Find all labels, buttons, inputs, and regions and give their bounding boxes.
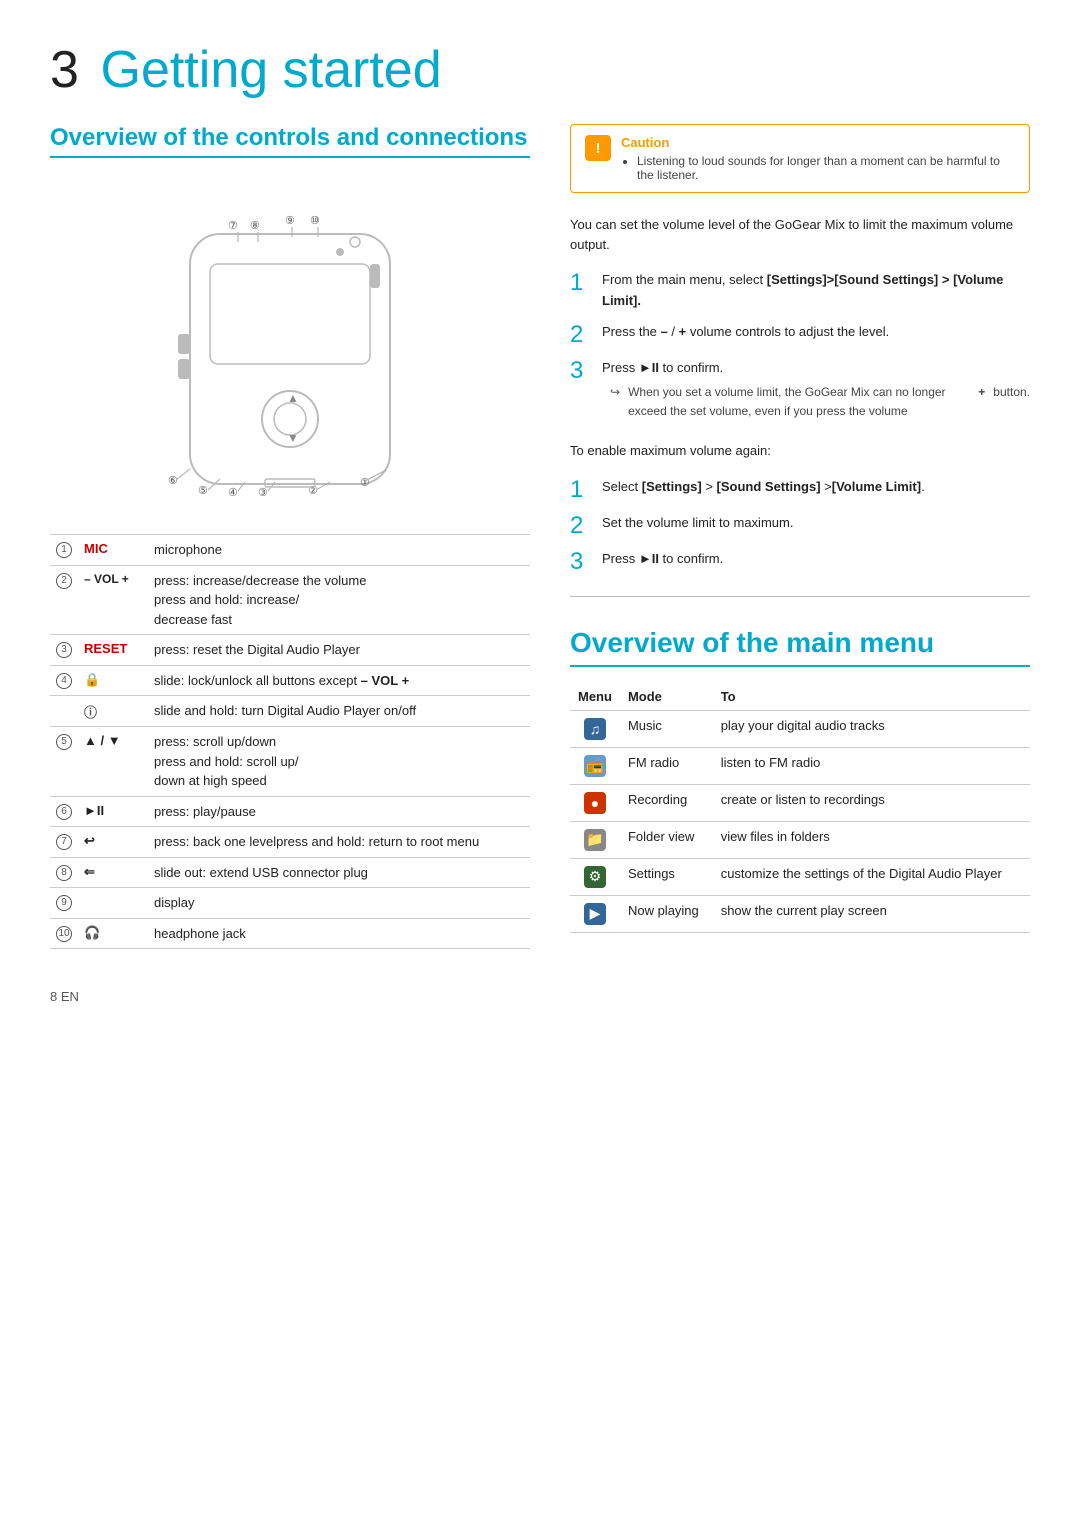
menu-to-folder: view files in folders xyxy=(713,821,1030,858)
control-row-4a: 4 🔒 slide: lock/unlock all buttons excep… xyxy=(50,665,530,696)
right-column: ! Caution Listening to loud sounds for l… xyxy=(570,124,1030,949)
menu-table: Menu Mode To ♫ Music play your digital a… xyxy=(570,683,1030,933)
svg-text:⑧: ⑧ xyxy=(250,220,260,232)
menu-mode-recording: Recording xyxy=(620,784,713,821)
svg-text:⑤: ⑤ xyxy=(198,485,208,497)
page-title: 3 Getting started xyxy=(50,40,1030,100)
device-svg: ▲ ▼ ⑦ ⑧ ⑨ ⑩ ⑥ ⑤ ④ ③ ② xyxy=(80,174,500,514)
rec-icon: ● xyxy=(584,792,606,814)
enable-step-2: 2 Set the volume limit to maximum. xyxy=(570,513,1030,539)
caution-box: ! Caution Listening to loud sounds for l… xyxy=(570,124,1030,193)
control-row-2: 2 – VOL + press: increase/decrease the v… xyxy=(50,565,530,635)
enable-steps: 1 Select [Settings] > [Sound Settings] >… xyxy=(570,477,1030,576)
menu-row-folder: 📁 Folder view view files in folders xyxy=(570,821,1030,858)
page-footer: 8 EN xyxy=(50,989,1030,1004)
svg-text:③: ③ xyxy=(258,487,268,499)
menu-to-settings: customize the settings of the Digital Au… xyxy=(713,858,1030,895)
enable-step-1: 1 Select [Settings] > [Sound Settings] >… xyxy=(570,477,1030,503)
fm-icon: 📻 xyxy=(584,755,606,777)
menu-row-settings: ⚙ Settings customize the settings of the… xyxy=(570,858,1030,895)
volume-step-2: 2 Press the – / + volume controls to adj… xyxy=(570,322,1030,348)
menu-row-nowplaying: ▶ Now playing show the current play scre… xyxy=(570,895,1030,932)
svg-text:⑨: ⑨ xyxy=(285,215,295,227)
volume-step-1: 1 From the main menu, select [Settings]>… xyxy=(570,270,1030,312)
control-row-8: 8 ⇐ slide out: extend USB connector plug xyxy=(50,857,530,888)
menu-section-title: Overview of the main menu xyxy=(570,627,1030,667)
caution-icon: ! xyxy=(585,135,611,161)
controls-table: 1 MIC microphone 2 – VOL + press: increa… xyxy=(50,534,530,949)
svg-text:④: ④ xyxy=(228,487,238,499)
svg-text:⑥: ⑥ xyxy=(168,475,178,487)
volume-step-3: 3 Press ►II to confirm. When you set a v… xyxy=(570,358,1030,421)
volume-steps: 1 From the main menu, select [Settings]>… xyxy=(570,270,1030,421)
menu-mode-folder: Folder view xyxy=(620,821,713,858)
menu-to-music: play your digital audio tracks xyxy=(713,710,1030,747)
menu-to-nowplaying: show the current play screen xyxy=(713,895,1030,932)
menu-row-recording: ● Recording create or listen to recordin… xyxy=(570,784,1030,821)
caution-text: Listening to loud sounds for longer than… xyxy=(637,154,1015,182)
nowplaying-icon: ▶ xyxy=(584,903,606,925)
menu-col-icon: Menu xyxy=(570,683,620,711)
step3-note: When you set a volume limit, the GoGear … xyxy=(602,383,1030,421)
control-row-1: 1 MIC microphone xyxy=(50,535,530,566)
menu-mode-nowplaying: Now playing xyxy=(620,895,713,932)
folder-icon: 📁 xyxy=(584,829,606,851)
menu-row-fm: 📻 FM radio listen to FM radio xyxy=(570,747,1030,784)
music-icon: ♫ xyxy=(584,718,606,740)
svg-text:▼: ▼ xyxy=(287,431,299,445)
svg-text:⑩: ⑩ xyxy=(310,215,320,227)
menu-row-music: ♫ Music play your digital audio tracks xyxy=(570,710,1030,747)
device-diagram: ▲ ▼ ⑦ ⑧ ⑨ ⑩ ⑥ ⑤ ④ ③ ② xyxy=(50,174,530,514)
menu-table-header: Menu Mode To xyxy=(570,683,1030,711)
menu-mode-settings: Settings xyxy=(620,858,713,895)
caution-item: Listening to loud sounds for longer than… xyxy=(637,154,1015,182)
menu-col-mode: Mode xyxy=(620,683,713,711)
caution-label: Caution xyxy=(621,135,1015,150)
control-row-4b: ⓘ slide and hold: turn Digital Audio Pla… xyxy=(50,696,530,727)
control-row-5: 5 ▲ / ▼ press: scroll up/downpress and h… xyxy=(50,727,530,797)
control-row-3: 3 RESET press: reset the Digital Audio P… xyxy=(50,635,530,666)
svg-text:⑦: ⑦ xyxy=(228,220,238,232)
menu-mode-fm: FM radio xyxy=(620,747,713,784)
volume-intro: You can set the volume level of the GoGe… xyxy=(570,215,1030,254)
svg-text:▲: ▲ xyxy=(287,391,299,405)
settings-icon: ⚙ xyxy=(584,866,606,888)
menu-mode-music: Music xyxy=(620,710,713,747)
menu-to-fm: listen to FM radio xyxy=(713,747,1030,784)
control-row-7: 7 ↩ press: back one levelpress and hold:… xyxy=(50,827,530,858)
controls-section-title: Overview of the controls and connections xyxy=(50,124,530,158)
menu-col-to: To xyxy=(713,683,1030,711)
control-row-6: 6 ►II press: play/pause xyxy=(50,796,530,827)
left-column: Overview of the controls and connections… xyxy=(50,124,530,949)
caution-content: Caution Listening to loud sounds for lon… xyxy=(621,135,1015,182)
divider xyxy=(570,596,1030,597)
control-row-9: 9 display xyxy=(50,888,530,919)
control-row-10: 10 🎧 headphone jack xyxy=(50,918,530,949)
enable-text: To enable maximum volume again: xyxy=(570,441,1030,461)
menu-to-recording: create or listen to recordings xyxy=(713,784,1030,821)
enable-step-3: 3 Press ►II to confirm. xyxy=(570,549,1030,575)
